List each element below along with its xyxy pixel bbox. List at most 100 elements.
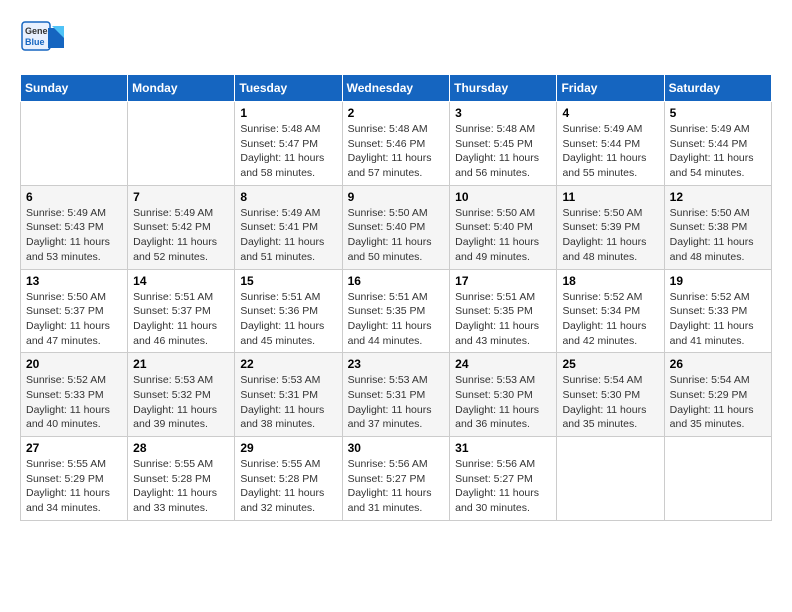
calendar-cell (21, 102, 128, 186)
day-number: 12 (670, 190, 766, 204)
day-number: 2 (348, 106, 445, 120)
calendar-cell: 1Sunrise: 5:48 AMSunset: 5:47 PMDaylight… (235, 102, 342, 186)
day-info-line: Daylight: 11 hours and 54 minutes. (670, 151, 766, 180)
day-info-line: Sunrise: 5:49 AM (670, 122, 766, 137)
day-info-line: Sunset: 5:34 PM (562, 304, 658, 319)
day-info-line: Daylight: 11 hours and 48 minutes. (670, 235, 766, 264)
svg-text:Blue: Blue (25, 37, 45, 47)
day-number: 29 (240, 441, 336, 455)
day-number: 28 (133, 441, 229, 455)
day-number: 9 (348, 190, 445, 204)
calendar-cell (664, 437, 771, 521)
calendar-cell: 22 Sunrise: 5:53 AMSunset: 5:31 PMDayligh… (235, 353, 342, 437)
day-info-line: Sunrise: 5:51 AM (455, 290, 551, 305)
calendar-cell: 25Sunrise: 5:54 AMSunset: 5:30 PMDayligh… (557, 353, 664, 437)
day-info-line: Sunrise: 5:50 AM (670, 206, 766, 221)
day-info-line: Daylight: 11 hours and 42 minutes. (562, 319, 658, 348)
calendar-cell: 3Sunrise: 5:48 AMSunset: 5:45 PMDaylight… (450, 102, 557, 186)
day-info-line: Sunrise: 5:49 AM (133, 206, 229, 221)
day-info-line: Sunrise: 5:54 AM (670, 373, 766, 388)
day-info-line: Sunrise: 5:52 AM (26, 373, 122, 388)
calendar-cell: 23Sunrise: 5:53 AMSunset: 5:31 PMDayligh… (342, 353, 450, 437)
calendar-cell: 24Sunrise: 5:53 AMSunset: 5:30 PMDayligh… (450, 353, 557, 437)
day-info-line: Sunset: 5:27 PM (455, 472, 551, 487)
day-info-line: Daylight: 11 hours and 39 minutes. (133, 403, 229, 432)
day-info-line: Sunrise: 5:55 AM (133, 457, 229, 472)
day-info-line: Sunrise: 5:51 AM (348, 290, 445, 305)
day-info-line: Sunset: 5:38 PM (670, 220, 766, 235)
day-info-line: Daylight: 11 hours and 53 minutes. (26, 235, 122, 264)
day-info-line: Daylight: 11 hours and 40 minutes. (26, 403, 122, 432)
day-info-line: Sunrise: 5:48 AM (455, 122, 551, 137)
day-info-line: Sunset: 5:40 PM (455, 220, 551, 235)
day-info-line: Daylight: 11 hours and 43 minutes. (455, 319, 551, 348)
day-info-line: Daylight: 11 hours and 49 minutes. (455, 235, 551, 264)
calendar-cell: 18 Sunrise: 5:52 AMSunset: 5:34 PMDayligh… (557, 269, 664, 353)
day-info-line: Sunrise: 5:53 AM (455, 373, 551, 388)
day-number: 18 (562, 274, 658, 288)
day-info-line: Sunset: 5:43 PM (26, 220, 122, 235)
calendar-cell: 11Sunrise: 5:50 AMSunset: 5:39 PMDayligh… (557, 185, 664, 269)
calendar-cell: 29Sunrise: 5:55 AMSunset: 5:28 PMDayligh… (235, 437, 342, 521)
day-info-line: Sunset: 5:44 PM (670, 137, 766, 152)
day-info-line: Sunset: 5:35 PM (455, 304, 551, 319)
day-number: 1 (240, 106, 336, 120)
day-info-line: Sunset: 5:37 PM (133, 304, 229, 319)
day-number: 6 (26, 190, 122, 204)
day-number: 23 (348, 357, 445, 371)
day-info-line: Daylight: 11 hours and 31 minutes. (348, 486, 445, 515)
day-info-line: Sunrise: 5:53 AM (133, 373, 229, 388)
day-info-line: Sunset: 5:31 PM (240, 388, 336, 403)
day-info-line: Daylight: 11 hours and 45 minutes. (240, 319, 336, 348)
logo: General Blue (20, 20, 64, 64)
day-number: 19 (670, 274, 766, 288)
calendar-cell: 2Sunrise: 5:48 AMSunset: 5:46 PMDaylight… (342, 102, 450, 186)
day-info-line: Sunrise: 5:48 AM (240, 122, 336, 137)
calendar-cell: 7Sunrise: 5:49 AMSunset: 5:42 PMDaylight… (128, 185, 235, 269)
day-number: 10 (455, 190, 551, 204)
calendar-cell: 20Sunrise: 5:52 AMSunset: 5:33 PMDayligh… (21, 353, 128, 437)
day-number: 30 (348, 441, 445, 455)
day-info-line: Daylight: 11 hours and 38 minutes. (240, 403, 336, 432)
day-info-line: Sunrise: 5:48 AM (348, 122, 445, 137)
weekday-header-friday: Friday (557, 75, 664, 102)
day-info-line: Sunset: 5:28 PM (133, 472, 229, 487)
day-number: 17 (455, 274, 551, 288)
day-number: 16 (348, 274, 445, 288)
calendar-cell (557, 437, 664, 521)
calendar-cell: 19Sunrise: 5:52 AMSunset: 5:33 PMDayligh… (664, 269, 771, 353)
calendar-cell: 8Sunrise: 5:49 AMSunset: 5:41 PMDaylight… (235, 185, 342, 269)
day-number: 22 (240, 357, 336, 371)
day-info-line: Sunrise: 5:50 AM (348, 206, 445, 221)
day-info-line: Sunrise: 5:51 AM (240, 290, 336, 305)
calendar-cell: 13Sunrise: 5:50 AMSunset: 5:37 PMDayligh… (21, 269, 128, 353)
day-info-line: Sunrise: 5:52 AM (562, 290, 658, 305)
day-info-line: Sunrise: 5:50 AM (455, 206, 551, 221)
calendar-cell: 14Sunrise: 5:51 AMSunset: 5:37 PMDayligh… (128, 269, 235, 353)
day-info-line: Sunrise: 5:50 AM (26, 290, 122, 305)
day-info-line: Sunset: 5:30 PM (562, 388, 658, 403)
day-info-line: Sunset: 5:45 PM (455, 137, 551, 152)
day-number: 7 (133, 190, 229, 204)
calendar-cell: 16Sunrise: 5:51 AMSunset: 5:35 PMDayligh… (342, 269, 450, 353)
day-info-line: Daylight: 11 hours and 30 minutes. (455, 486, 551, 515)
day-info-line: Daylight: 11 hours and 33 minutes. (133, 486, 229, 515)
calendar-cell: 9Sunrise: 5:50 AMSunset: 5:40 PMDaylight… (342, 185, 450, 269)
day-info-line: Sunset: 5:44 PM (562, 137, 658, 152)
calendar-cell: 4Sunrise: 5:49 AMSunset: 5:44 PMDaylight… (557, 102, 664, 186)
day-info-line: Daylight: 11 hours and 41 minutes. (670, 319, 766, 348)
day-info-line: Daylight: 11 hours and 44 minutes. (348, 319, 445, 348)
day-number: 24 (455, 357, 551, 371)
day-info-line: Sunset: 5:47 PM (240, 137, 336, 152)
day-info-line: Sunrise: 5:55 AM (240, 457, 336, 472)
day-info-line: Sunset: 5:46 PM (348, 137, 445, 152)
day-number: 5 (670, 106, 766, 120)
day-number: 8 (240, 190, 336, 204)
day-info-line: Sunset: 5:37 PM (26, 304, 122, 319)
calendar-cell: 17 Sunrise: 5:51 AMSunset: 5:35 PMDayligh… (450, 269, 557, 353)
day-info-line: Sunset: 5:32 PM (133, 388, 229, 403)
day-number: 20 (26, 357, 122, 371)
day-info-line: Daylight: 11 hours and 55 minutes. (562, 151, 658, 180)
day-info-line: Sunrise: 5:53 AM (240, 373, 336, 388)
calendar-cell: 27Sunrise: 5:55 AMSunset: 5:29 PMDayligh… (21, 437, 128, 521)
